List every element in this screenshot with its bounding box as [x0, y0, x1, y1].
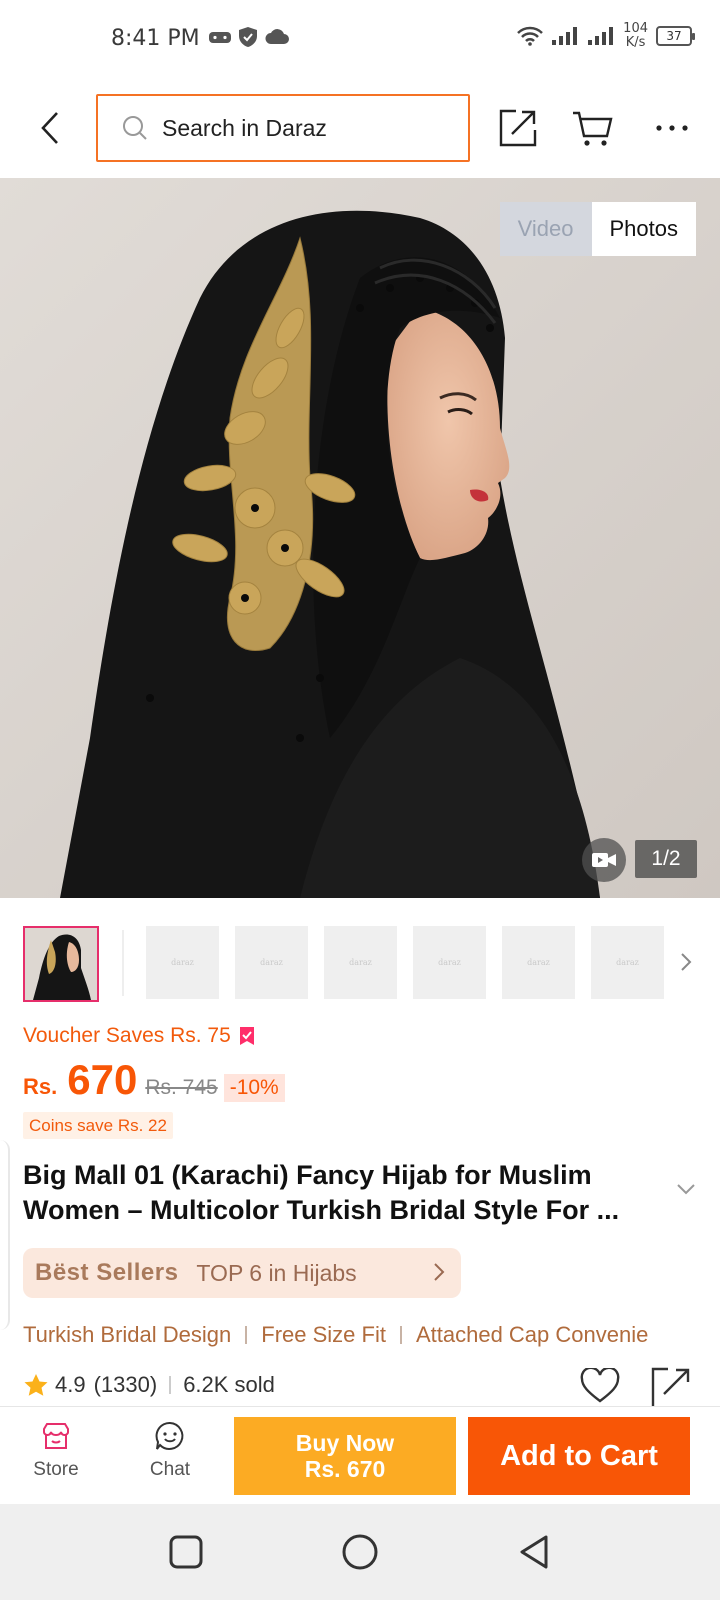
signal-icon-2: [588, 27, 614, 45]
rating-count: (1330): [93, 1372, 158, 1397]
expand-title-button[interactable]: [676, 1182, 698, 1204]
signal-icon-1: [552, 27, 578, 45]
store-icon: [43, 1423, 69, 1449]
product-image-gallery[interactable]: Video Photos: [0, 178, 720, 898]
best-sellers-badge[interactable]: Bëst Sellers TOP 6 in Hijabs: [23, 1248, 461, 1298]
thumbnail-item[interactable]: daraz: [324, 926, 397, 999]
chat-label: Chat: [149, 1459, 191, 1480]
current-price: 670: [67, 1056, 138, 1103]
gamepad-icon: [209, 32, 231, 43]
thumbnail-item[interactable]: daraz: [591, 926, 664, 999]
chat-button[interactable]: Chat: [130, 1417, 210, 1481]
product-photo: [0, 178, 720, 898]
feature-tag: Turkish Bridal Design: [23, 1322, 232, 1347]
share-product-button[interactable]: [650, 1366, 692, 1408]
status-notification-icons: [208, 26, 290, 48]
cart-icon: [573, 111, 613, 146]
store-label: Store: [33, 1459, 79, 1480]
battery-indicator: 37: [656, 26, 695, 46]
add-to-cart-button[interactable]: Add to Cart: [468, 1417, 690, 1495]
chevron-right-icon: [681, 953, 692, 971]
feature-divider: [399, 1326, 402, 1344]
heart-icon: [580, 1366, 620, 1403]
voucher-banner[interactable]: Voucher Saves Rs. 75: [23, 1024, 255, 1048]
tab-photos[interactable]: Photos: [591, 202, 696, 256]
thumbnail-item[interactable]: daraz: [413, 926, 486, 999]
voucher-text: Voucher Saves Rs. 75: [23, 1024, 231, 1047]
feature-highlights: Turkish Bridal Design Free Size Fit Atta…: [23, 1318, 720, 1352]
feature-divider: [245, 1326, 248, 1344]
tab-video[interactable]: Video: [499, 202, 592, 256]
triangle-back-icon: [520, 1535, 548, 1569]
video-camera-icon: [592, 853, 616, 867]
shield-icon: [239, 27, 257, 47]
bottom-action-bar: Store Chat Buy Now Rs. 670 Add to Cart: [0, 1406, 720, 1504]
chat-icon: [155, 1421, 184, 1450]
rating-divider: [169, 1376, 172, 1394]
voucher-icon: [239, 1027, 254, 1045]
best-sellers-logo: Bëst Sellers: [35, 1259, 179, 1286]
square-icon: [169, 1535, 203, 1569]
share-icon: [499, 109, 537, 147]
discount-badge: -10%: [223, 1074, 285, 1102]
rating-score: 4.9: [55, 1372, 86, 1397]
buy-now-button[interactable]: Buy Now Rs. 670: [234, 1417, 456, 1495]
image-page-indicator: 1/2: [635, 840, 697, 878]
search-placeholder: Search in Daraz: [162, 114, 327, 141]
network-speed: 104 K/s: [623, 21, 648, 50]
feature-tag: Attached Cap Convenie: [415, 1322, 649, 1347]
wishlist-button[interactable]: [580, 1366, 620, 1408]
status-bar: 8:41 PM 104 K/s 37: [0, 0, 720, 80]
thumbnail-item[interactable]: daraz: [146, 926, 219, 999]
home-button[interactable]: [340, 1532, 380, 1572]
product-title: Big Mall 01 (Karachi) Fancy Hijab for Mu…: [23, 1160, 620, 1225]
recent-apps-button[interactable]: [166, 1532, 206, 1572]
back-button[interactable]: [30, 106, 70, 150]
search-icon: [123, 116, 147, 140]
status-time: 8:41 PM: [111, 26, 200, 51]
side-drawer-handle[interactable]: [0, 1140, 10, 1330]
search-input[interactable]: Search in Daraz: [96, 94, 470, 162]
star-icon: [24, 1374, 48, 1396]
coins-badge: Coins save Rs. 22: [23, 1112, 173, 1139]
buy-now-label: Buy Now: [295, 1430, 395, 1456]
rating-row[interactable]: 4.9 (1330) 6.2K sold: [23, 1372, 275, 1398]
feature-tag: Free Size Fit: [261, 1322, 386, 1347]
original-price: Rs. 745: [145, 1076, 218, 1099]
thumbnail-active[interactable]: [23, 926, 99, 1002]
store-button[interactable]: Store: [16, 1417, 96, 1481]
thumbnail-image: [25, 928, 97, 1000]
price-currency: Rs.: [23, 1074, 58, 1099]
wifi-icon: [517, 26, 544, 46]
system-navigation-bar: [0, 1504, 720, 1600]
cloud-icon: [265, 29, 289, 44]
chevron-right-icon: [434, 1263, 445, 1281]
cart-button[interactable]: [568, 104, 616, 152]
status-system-icons: 104 K/s 37: [517, 21, 695, 50]
sold-count: 6.2K sold: [183, 1372, 275, 1397]
best-sellers-rank: TOP 6 in Hijabs: [196, 1259, 357, 1286]
thumbnail-divider: [122, 930, 124, 996]
share-icon: [651, 1367, 690, 1406]
media-tabs: Video Photos: [499, 202, 696, 256]
more-options-button[interactable]: [648, 104, 696, 152]
chevron-left-icon: [41, 112, 58, 144]
more-horizontal-icon: [656, 125, 688, 131]
thumbnail-next-button[interactable]: [674, 944, 698, 980]
price-row: Rs. 670 Rs. 745 -10%: [23, 1056, 285, 1112]
thumbnail-strip: daraz daraz daraz daraz daraz daraz: [0, 922, 720, 1002]
top-header: Search in Daraz: [0, 80, 720, 178]
circle-icon: [342, 1534, 378, 1570]
share-button[interactable]: [494, 104, 542, 152]
thumbnail-item[interactable]: daraz: [235, 926, 308, 999]
thumbnail-item[interactable]: daraz: [502, 926, 575, 999]
chevron-down-icon: [677, 1184, 695, 1195]
play-video-button[interactable]: [582, 838, 626, 882]
system-back-button[interactable]: [514, 1532, 554, 1572]
buy-now-price: Rs. 670: [304, 1456, 386, 1482]
